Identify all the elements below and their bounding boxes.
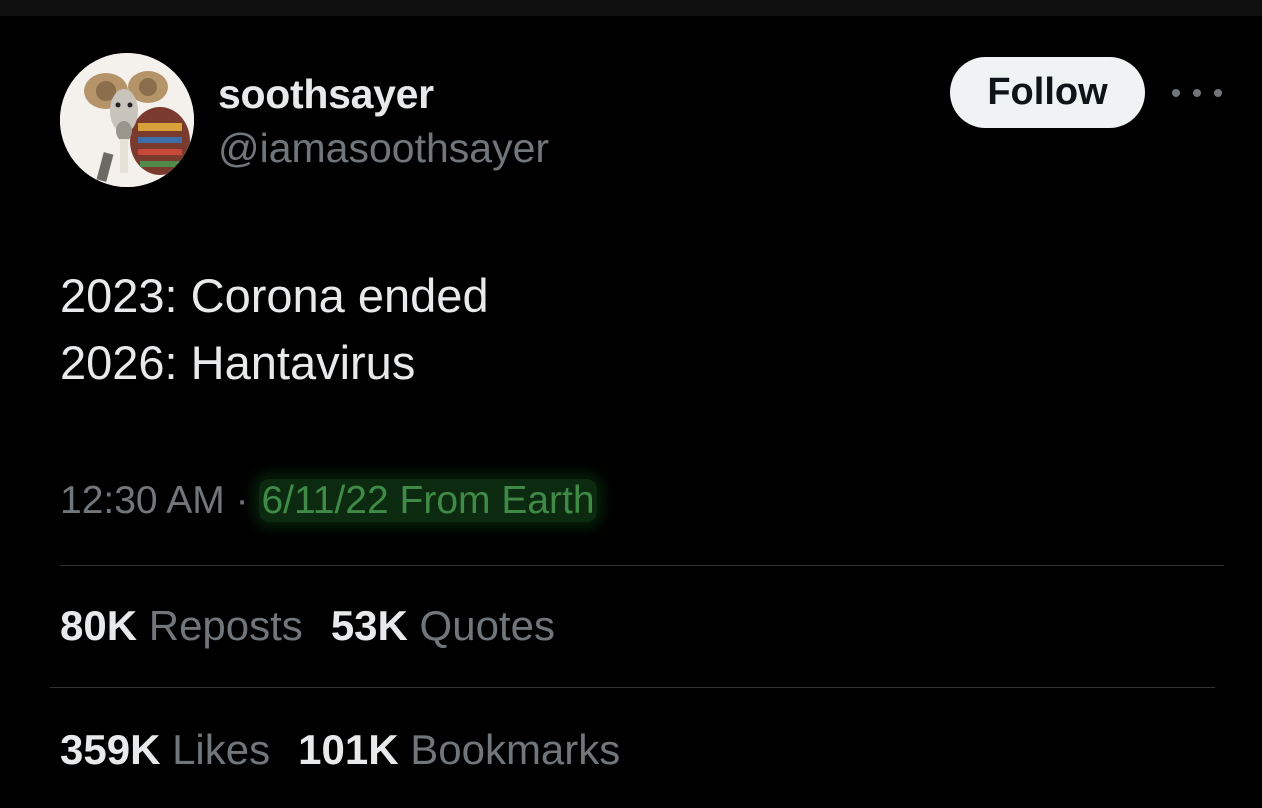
avatar[interactable] [60, 53, 194, 187]
likes-count: 359K [60, 726, 161, 773]
divider [50, 687, 1215, 688]
more-horizontal-icon[interactable] [1172, 80, 1222, 106]
bookmarks-label: Bookmarks [410, 726, 621, 773]
likes-label: Likes [172, 726, 271, 773]
top-strip [0, 0, 1262, 16]
reposts-stat[interactable]: 80K Reposts [60, 601, 303, 651]
handle[interactable]: @iamasoothsayer [218, 124, 549, 172]
tweet-line: 2026: Hantavirus [60, 336, 416, 389]
more-dot [1214, 89, 1222, 97]
quotes-stat[interactable]: 53K Quotes [331, 601, 555, 651]
tweet-text: 2023: Corona ended 2026: Hantavirus [60, 262, 489, 396]
bookmarks-count: 101K [298, 726, 399, 773]
reposts-label: Reposts [148, 602, 303, 649]
stats-row-reposts-quotes: 80K Reposts 53K Quotes [60, 601, 555, 651]
avatar-goat-icon [60, 53, 194, 187]
bookmarks-stat[interactable]: 101K Bookmarks [298, 725, 620, 775]
more-dot [1172, 89, 1180, 97]
likes-stat[interactable]: 359K Likes [60, 725, 270, 775]
display-name[interactable]: soothsayer [218, 70, 434, 118]
reposts-count: 80K [60, 602, 138, 649]
quotes-count: 53K [330, 602, 408, 649]
stats-row-likes-bookmarks: 359K Likes 101K Bookmarks [60, 725, 620, 775]
quotes-label: Quotes [419, 602, 555, 649]
tweet-meta: 12:30 AM · 6/11/22 From Earth [60, 476, 597, 526]
tweet-date-source[interactable]: 6/11/22 From Earth [259, 479, 597, 522]
divider [60, 565, 1224, 566]
follow-button[interactable]: Follow [950, 57, 1145, 128]
tweet-time[interactable]: 12:30 AM [60, 479, 225, 522]
more-dot [1193, 89, 1201, 97]
meta-separator: · [224, 479, 260, 522]
tweet-line: 2023: Corona ended [60, 269, 489, 322]
